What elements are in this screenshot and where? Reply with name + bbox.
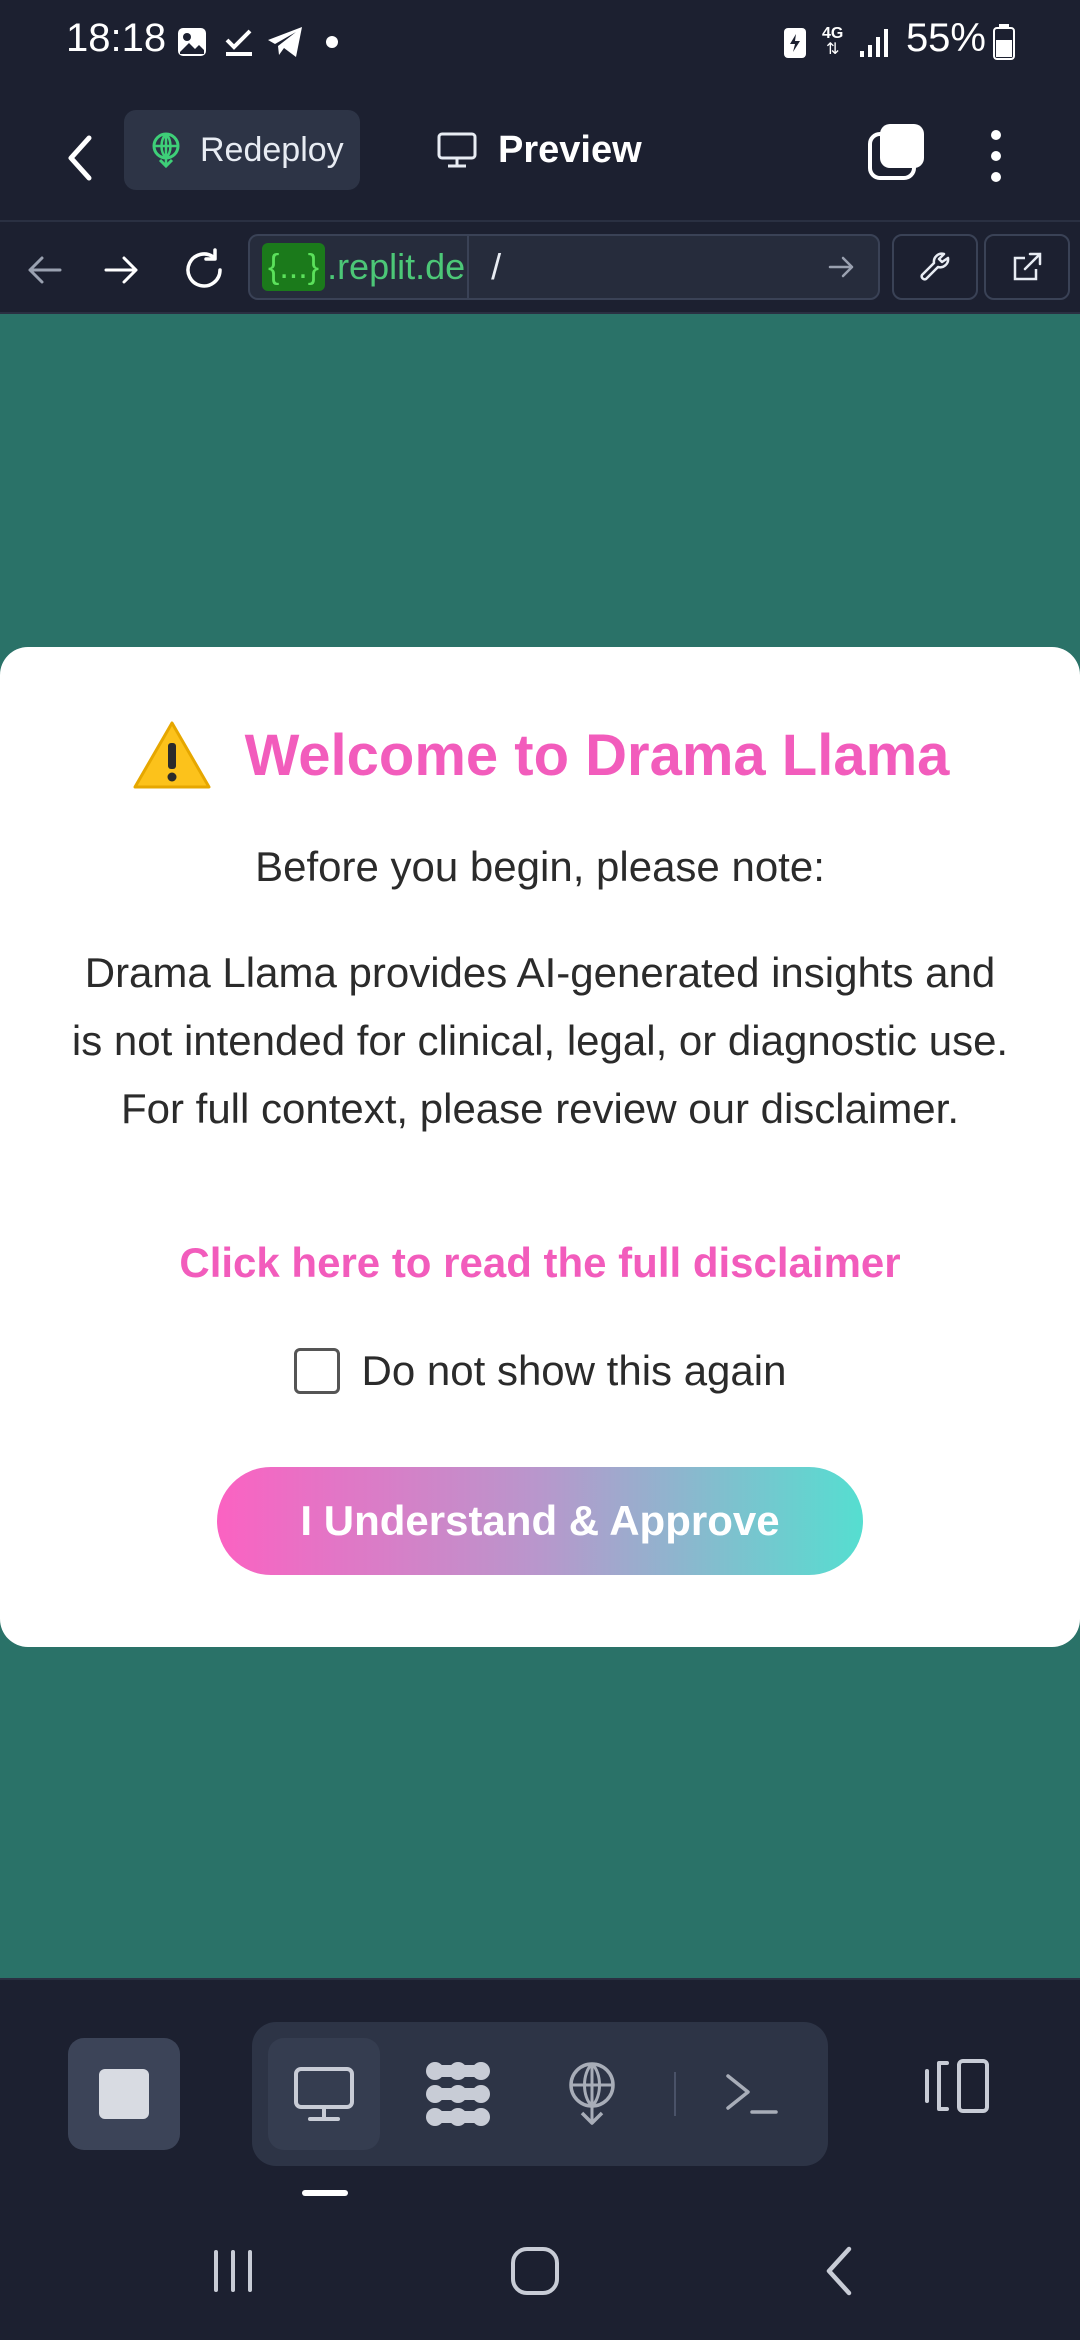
modal-subtitle: Before you begin, please note:: [255, 843, 825, 890]
url-separator: [467, 234, 470, 300]
preview-tab[interactable]: Preview: [436, 110, 642, 190]
url-domain: .replit.de: [327, 246, 466, 287]
dont-show-again-checkbox[interactable]: [293, 1348, 340, 1394]
home-button[interactable]: [490, 2236, 580, 2306]
notification-dot-icon: [326, 22, 338, 62]
task-done-icon: [224, 22, 254, 62]
url-go-icon[interactable]: [826, 250, 858, 289]
signal-icon: [858, 22, 892, 62]
deploy-icon: [152, 132, 180, 168]
stop-icon: [99, 2069, 149, 2119]
nav-forward-button[interactable]: [94, 242, 150, 298]
network-4g-icon: 4G ⇅: [822, 25, 844, 58]
url-field[interactable]: {...} .replit.de /: [248, 234, 880, 300]
deploy-icon: [569, 2062, 615, 2125]
battery-icon: [992, 22, 1016, 62]
recent-apps-icon: [214, 2250, 252, 2292]
active-tab-indicator: [302, 2190, 348, 2196]
network-label: 4G: [822, 25, 844, 42]
external-link-icon: [1013, 252, 1042, 281]
redeploy-label: Redeploy: [200, 130, 344, 169]
system-back-button[interactable]: [794, 2236, 884, 2306]
approve-button-label: I Understand & Approve: [300, 1497, 780, 1544]
tabs-icon: [868, 124, 924, 180]
monitor-icon: [437, 132, 477, 168]
url-path-input[interactable]: /: [491, 246, 501, 288]
nav-back-button[interactable]: [16, 242, 72, 298]
battery-saver-icon: [782, 22, 808, 62]
deploy-tool-button[interactable]: [536, 2038, 648, 2150]
url-bar: {...} .replit.de /: [0, 222, 1080, 314]
tool-divider: [674, 2072, 676, 2116]
recent-apps-button[interactable]: [188, 2236, 278, 2306]
layout-button[interactable]: [916, 2044, 1000, 2128]
redeploy-button[interactable]: Redeploy: [124, 110, 360, 190]
more-options-button[interactable]: [976, 116, 1016, 196]
full-disclaimer-link[interactable]: Click here to read the full disclaimer: [0, 1239, 1080, 1287]
modal-body-text: Drama Llama provides AI-generated insigh…: [71, 949, 1009, 1132]
warning-icon: [133, 721, 211, 789]
arrow-right-icon: [104, 256, 138, 284]
gallery-icon: [176, 22, 208, 62]
open-external-button[interactable]: [984, 234, 1070, 300]
webview-tool-button[interactable]: [268, 2038, 380, 2150]
workflows-icon: [426, 2062, 490, 2126]
home-icon: [511, 2247, 559, 2295]
chevron-left-icon: [68, 135, 92, 181]
back-icon: [826, 2246, 852, 2296]
console-tool-button[interactable]: [696, 2038, 808, 2150]
tabs-button[interactable]: [866, 120, 930, 184]
devtools-button[interactable]: [892, 234, 978, 300]
stop-button[interactable]: [68, 2038, 180, 2150]
approve-button[interactable]: I Understand & Approve: [217, 1467, 863, 1575]
tool-group: [252, 2022, 828, 2166]
webview-icon: [294, 2067, 354, 2121]
wrench-icon: [920, 252, 950, 281]
layout-icon: [925, 2059, 989, 2113]
more-dot-icon: [991, 172, 1001, 182]
dont-show-again-label[interactable]: Do not show this again: [362, 1347, 787, 1395]
status-time: 18:18: [66, 16, 167, 60]
more-dot-icon: [991, 151, 1001, 161]
more-dot-icon: [991, 130, 1001, 140]
status-bar: 18:18 4G ⇅ 55%: [0, 0, 1080, 90]
app-header: Redeploy Preview: [0, 90, 1080, 222]
workflows-tool-button[interactable]: [402, 2038, 514, 2150]
modal-title-row: Welcome to Drama Llama: [0, 719, 1080, 791]
back-button[interactable]: [50, 118, 110, 198]
dont-show-again-row[interactable]: Do not show this again: [0, 1347, 1080, 1395]
battery-percent: 55%: [905, 16, 986, 60]
preview-label: Preview: [498, 128, 642, 171]
reload-button[interactable]: [176, 242, 232, 298]
disclaimer-modal: Welcome to Drama Llama Before you begin,…: [0, 647, 1080, 1647]
telegram-icon: [266, 22, 304, 62]
arrow-left-icon: [28, 256, 62, 284]
reload-icon: [186, 248, 222, 288]
url-tag: {...}: [262, 243, 326, 291]
console-icon: [726, 2074, 778, 2114]
modal-title: Welcome to Drama Llama: [244, 722, 950, 788]
